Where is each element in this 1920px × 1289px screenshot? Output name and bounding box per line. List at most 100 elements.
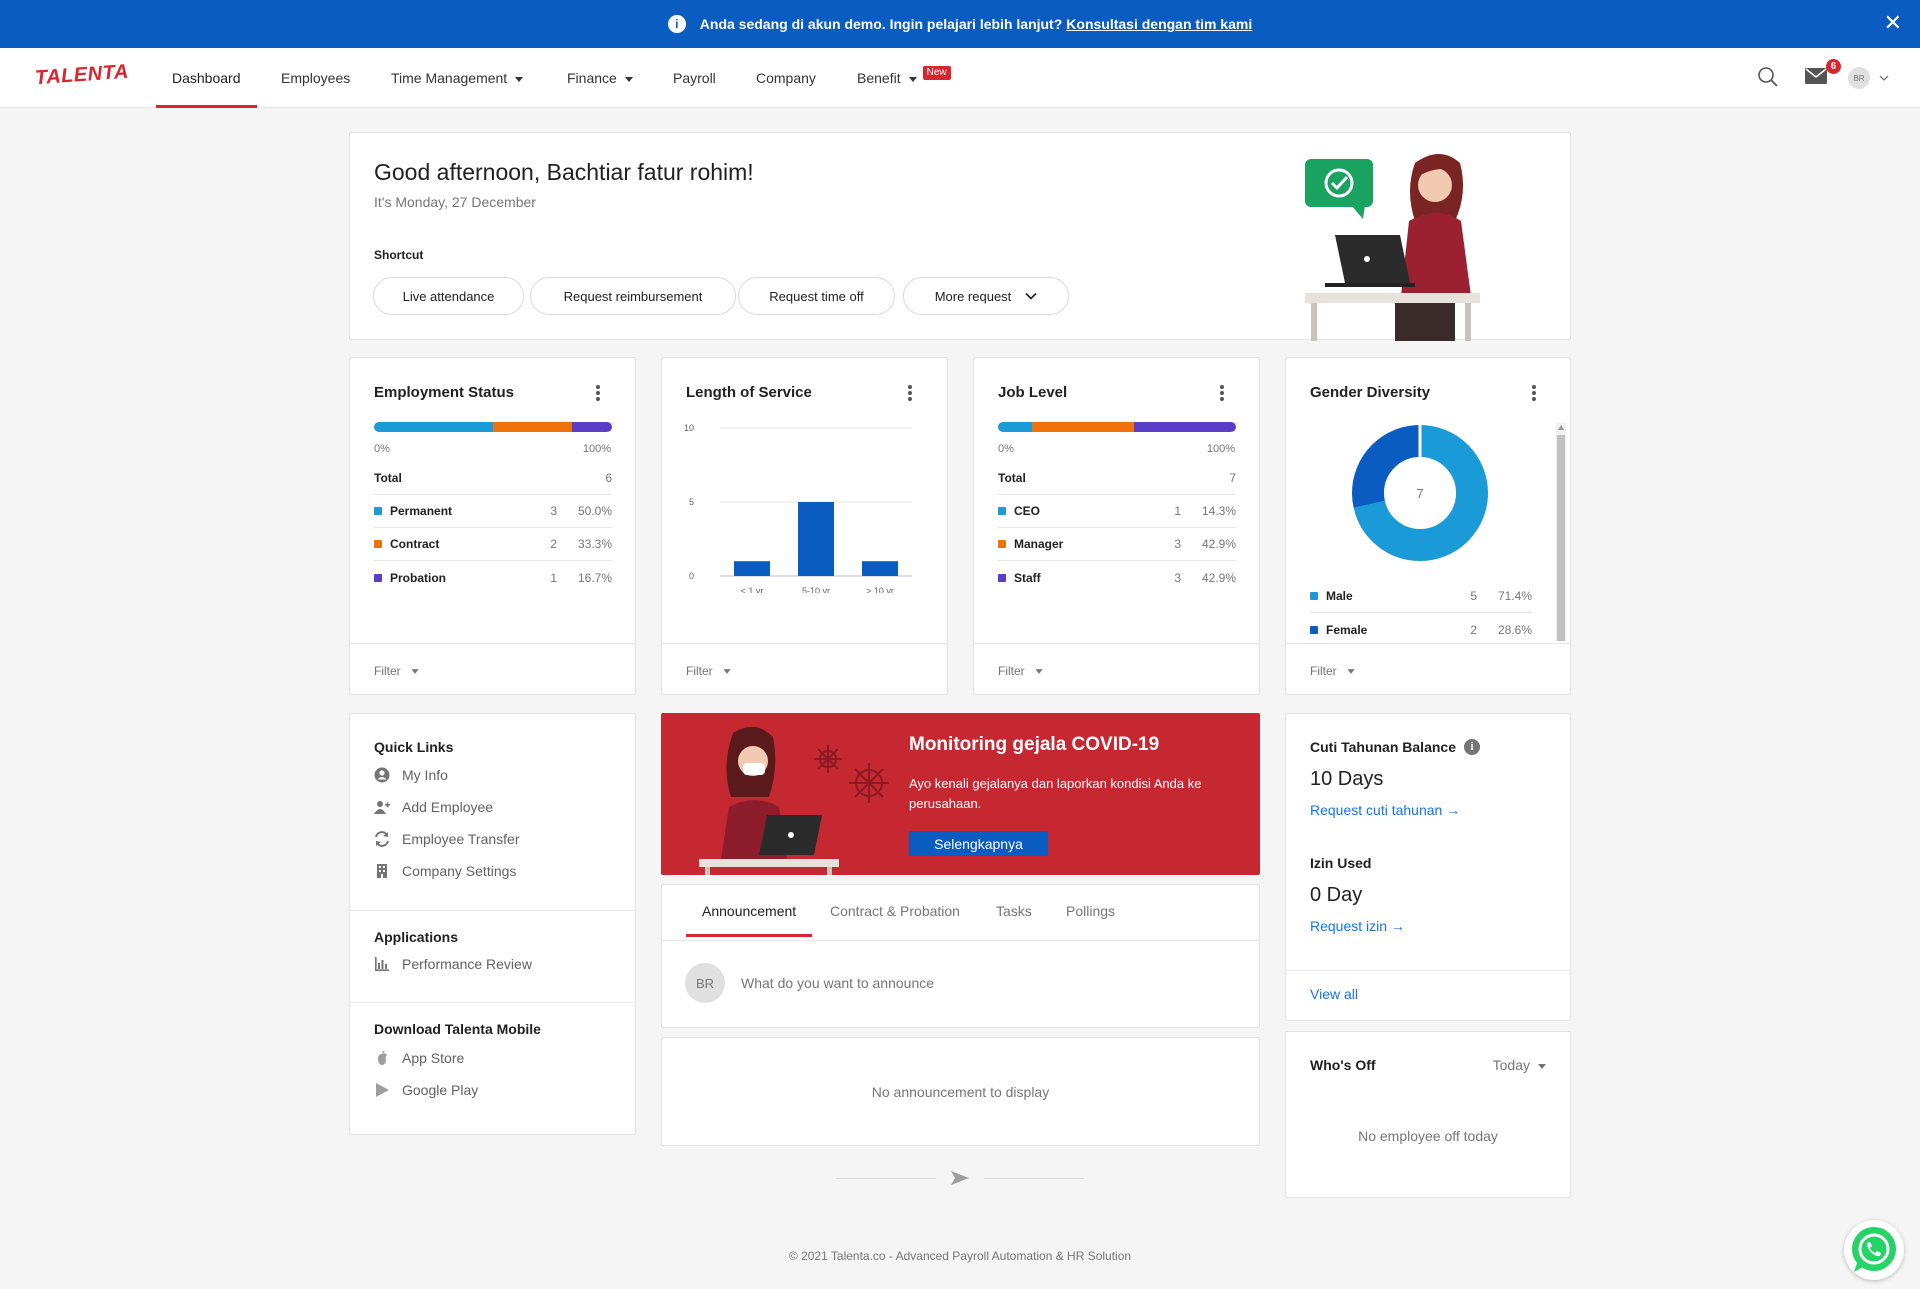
legend-row: Probation 1 16.7%	[374, 561, 612, 594]
permanent-segment	[374, 422, 493, 432]
greeting-date: It's Monday, 27 December	[374, 194, 536, 210]
staff-segment	[1134, 422, 1236, 432]
whatsapp-button[interactable]	[1844, 1220, 1904, 1280]
nav-dashboard[interactable]: Dashboard	[156, 48, 257, 108]
legend-pct: 42.9%	[1201, 570, 1236, 585]
legend-pct: 71.4%	[1497, 589, 1532, 603]
bar	[862, 561, 898, 576]
more-vert-icon[interactable]	[1532, 385, 1536, 401]
bar	[734, 561, 770, 576]
scroll-up-icon[interactable]	[1558, 425, 1564, 430]
bar-min-label: 0%	[374, 443, 390, 455]
covid-banner: Monitoring gejala COVID-19 Ayo kenali ge…	[661, 713, 1260, 875]
company-settings-link[interactable]: Company Settings	[374, 863, 516, 879]
app-store-link[interactable]: App Store	[374, 1050, 464, 1066]
legend-count: 1	[550, 570, 557, 585]
filter-dropdown[interactable]: Filter	[686, 664, 731, 678]
divider	[350, 643, 635, 644]
tab-label: Announcement	[702, 903, 797, 919]
tab-announcement[interactable]: Announcement	[686, 885, 813, 937]
izin-value: 0 Day	[1310, 884, 1363, 906]
mail-icon[interactable]	[1805, 68, 1827, 84]
performance-review-link[interactable]: Performance Review	[374, 956, 532, 972]
legend-label: CEO	[1014, 504, 1041, 518]
shortcut-label: Shortcut	[374, 248, 424, 262]
covid-more-button[interactable]: Selengkapnya	[909, 831, 1048, 856]
more-vert-icon[interactable]	[596, 385, 600, 401]
scrollbar-thumb[interactable]	[1557, 435, 1565, 641]
close-icon[interactable]: ✕	[1884, 12, 1902, 34]
chevron-down-icon	[1347, 669, 1355, 675]
tab-tasks[interactable]: Tasks	[996, 885, 1032, 937]
legend-label: Staff	[1014, 570, 1041, 585]
announcement-card: Announcement Contract & Probation Tasks …	[661, 884, 1260, 1028]
nav-time-management-label: Time Management	[391, 70, 508, 86]
nav-employees[interactable]: Employees	[281, 48, 350, 108]
nav-finance[interactable]: Finance	[567, 48, 633, 108]
gender-donut-chart: 7	[1352, 423, 1488, 561]
nav-time-management[interactable]: Time Management	[391, 48, 524, 108]
y-tick-label: 10	[684, 423, 694, 433]
legend-row: CEO 1 14.3%	[998, 495, 1236, 528]
filter-dropdown[interactable]: Filter	[374, 664, 419, 678]
scrollbar-track[interactable]	[1556, 423, 1566, 641]
my-info-link[interactable]: My Info	[374, 767, 448, 783]
employment-status-bar	[374, 422, 612, 432]
legend-count: 3	[1174, 570, 1181, 585]
banner-consult-link[interactable]: Konsultasi dengan tim kami	[1066, 16, 1252, 32]
employee-transfer-link[interactable]: Employee Transfer	[374, 831, 520, 847]
footer-text: © 2021 Talenta.co - Advanced Payroll Aut…	[788, 1249, 1132, 1263]
search-icon[interactable]	[1757, 66, 1779, 88]
nav-benefit[interactable]: Benefit New	[857, 48, 951, 108]
filter-label: Filter	[998, 664, 1025, 678]
more-vert-icon[interactable]	[1220, 385, 1224, 401]
person-icon	[374, 767, 390, 783]
request-izin-link[interactable]: Request izin →	[1310, 918, 1405, 934]
nav-company[interactable]: Company	[756, 48, 816, 108]
google-play-link[interactable]: Google Play	[374, 1082, 478, 1098]
cuti-title: Cuti Tahunan Balance	[1310, 739, 1456, 755]
length-of-service-chart: 0 5 10 < 1 yr 5-10 yr > 10 yr	[684, 423, 912, 593]
talenta-logo[interactable]: TALENTA	[34, 61, 129, 90]
filter-label: Filter	[374, 664, 401, 678]
avatar[interactable]: BR	[1848, 67, 1870, 89]
filter-dropdown[interactable]: Filter	[1310, 664, 1355, 678]
link-label: My Info	[402, 767, 448, 783]
live-attendance-button[interactable]: Live attendance	[373, 277, 524, 315]
info-icon[interactable]: i	[1463, 739, 1480, 755]
length-of-service-title: Length of Service	[686, 384, 812, 401]
view-all-link[interactable]: View all	[1310, 986, 1358, 1002]
request-time-off-label: Request time off	[769, 288, 864, 304]
chevron-down-icon[interactable]	[1879, 74, 1889, 82]
add-employee-link[interactable]: Add Employee	[374, 799, 493, 815]
staff-swatch	[998, 573, 1006, 582]
chart-icon	[375, 957, 389, 971]
legend-row: Manager 3 42.9%	[998, 528, 1236, 561]
building-icon	[377, 864, 387, 878]
legend-count: 1	[1174, 504, 1181, 518]
announce-input[interactable]: What do you want to announce	[741, 975, 934, 991]
covid-illustration	[699, 726, 889, 875]
info-icon: i	[667, 15, 686, 33]
more-vert-icon[interactable]	[908, 385, 912, 401]
link-label: Add Employee	[402, 799, 494, 815]
legend-count: 2	[550, 537, 557, 551]
chevron-down-icon	[1035, 669, 1043, 675]
play-icon	[376, 1083, 389, 1097]
period-dropdown[interactable]: Today	[1493, 1057, 1546, 1073]
nav-payroll-label: Payroll	[673, 70, 716, 86]
more-request-button[interactable]: More request	[903, 277, 1069, 315]
leave-balance-card: Cuti Tahunan Balance i 10 Days Request c…	[1285, 713, 1571, 1021]
bar-min-label: 0%	[998, 443, 1014, 455]
tab-label: Contract & Probation	[830, 903, 960, 919]
total-value: 7	[1229, 471, 1236, 485]
chevron-down-icon	[624, 76, 633, 82]
nav-payroll[interactable]: Payroll	[673, 48, 716, 108]
total-label: Total	[374, 471, 402, 485]
tab-pollings[interactable]: Pollings	[1066, 885, 1115, 937]
request-reimbursement-button[interactable]: Request reimbursement	[530, 277, 736, 315]
request-time-off-button[interactable]: Request time off	[738, 277, 895, 315]
filter-dropdown[interactable]: Filter	[998, 664, 1043, 678]
tab-contract-probation[interactable]: Contract & Probation	[830, 885, 960, 937]
request-cuti-link[interactable]: Request cuti tahunan →	[1310, 802, 1460, 818]
